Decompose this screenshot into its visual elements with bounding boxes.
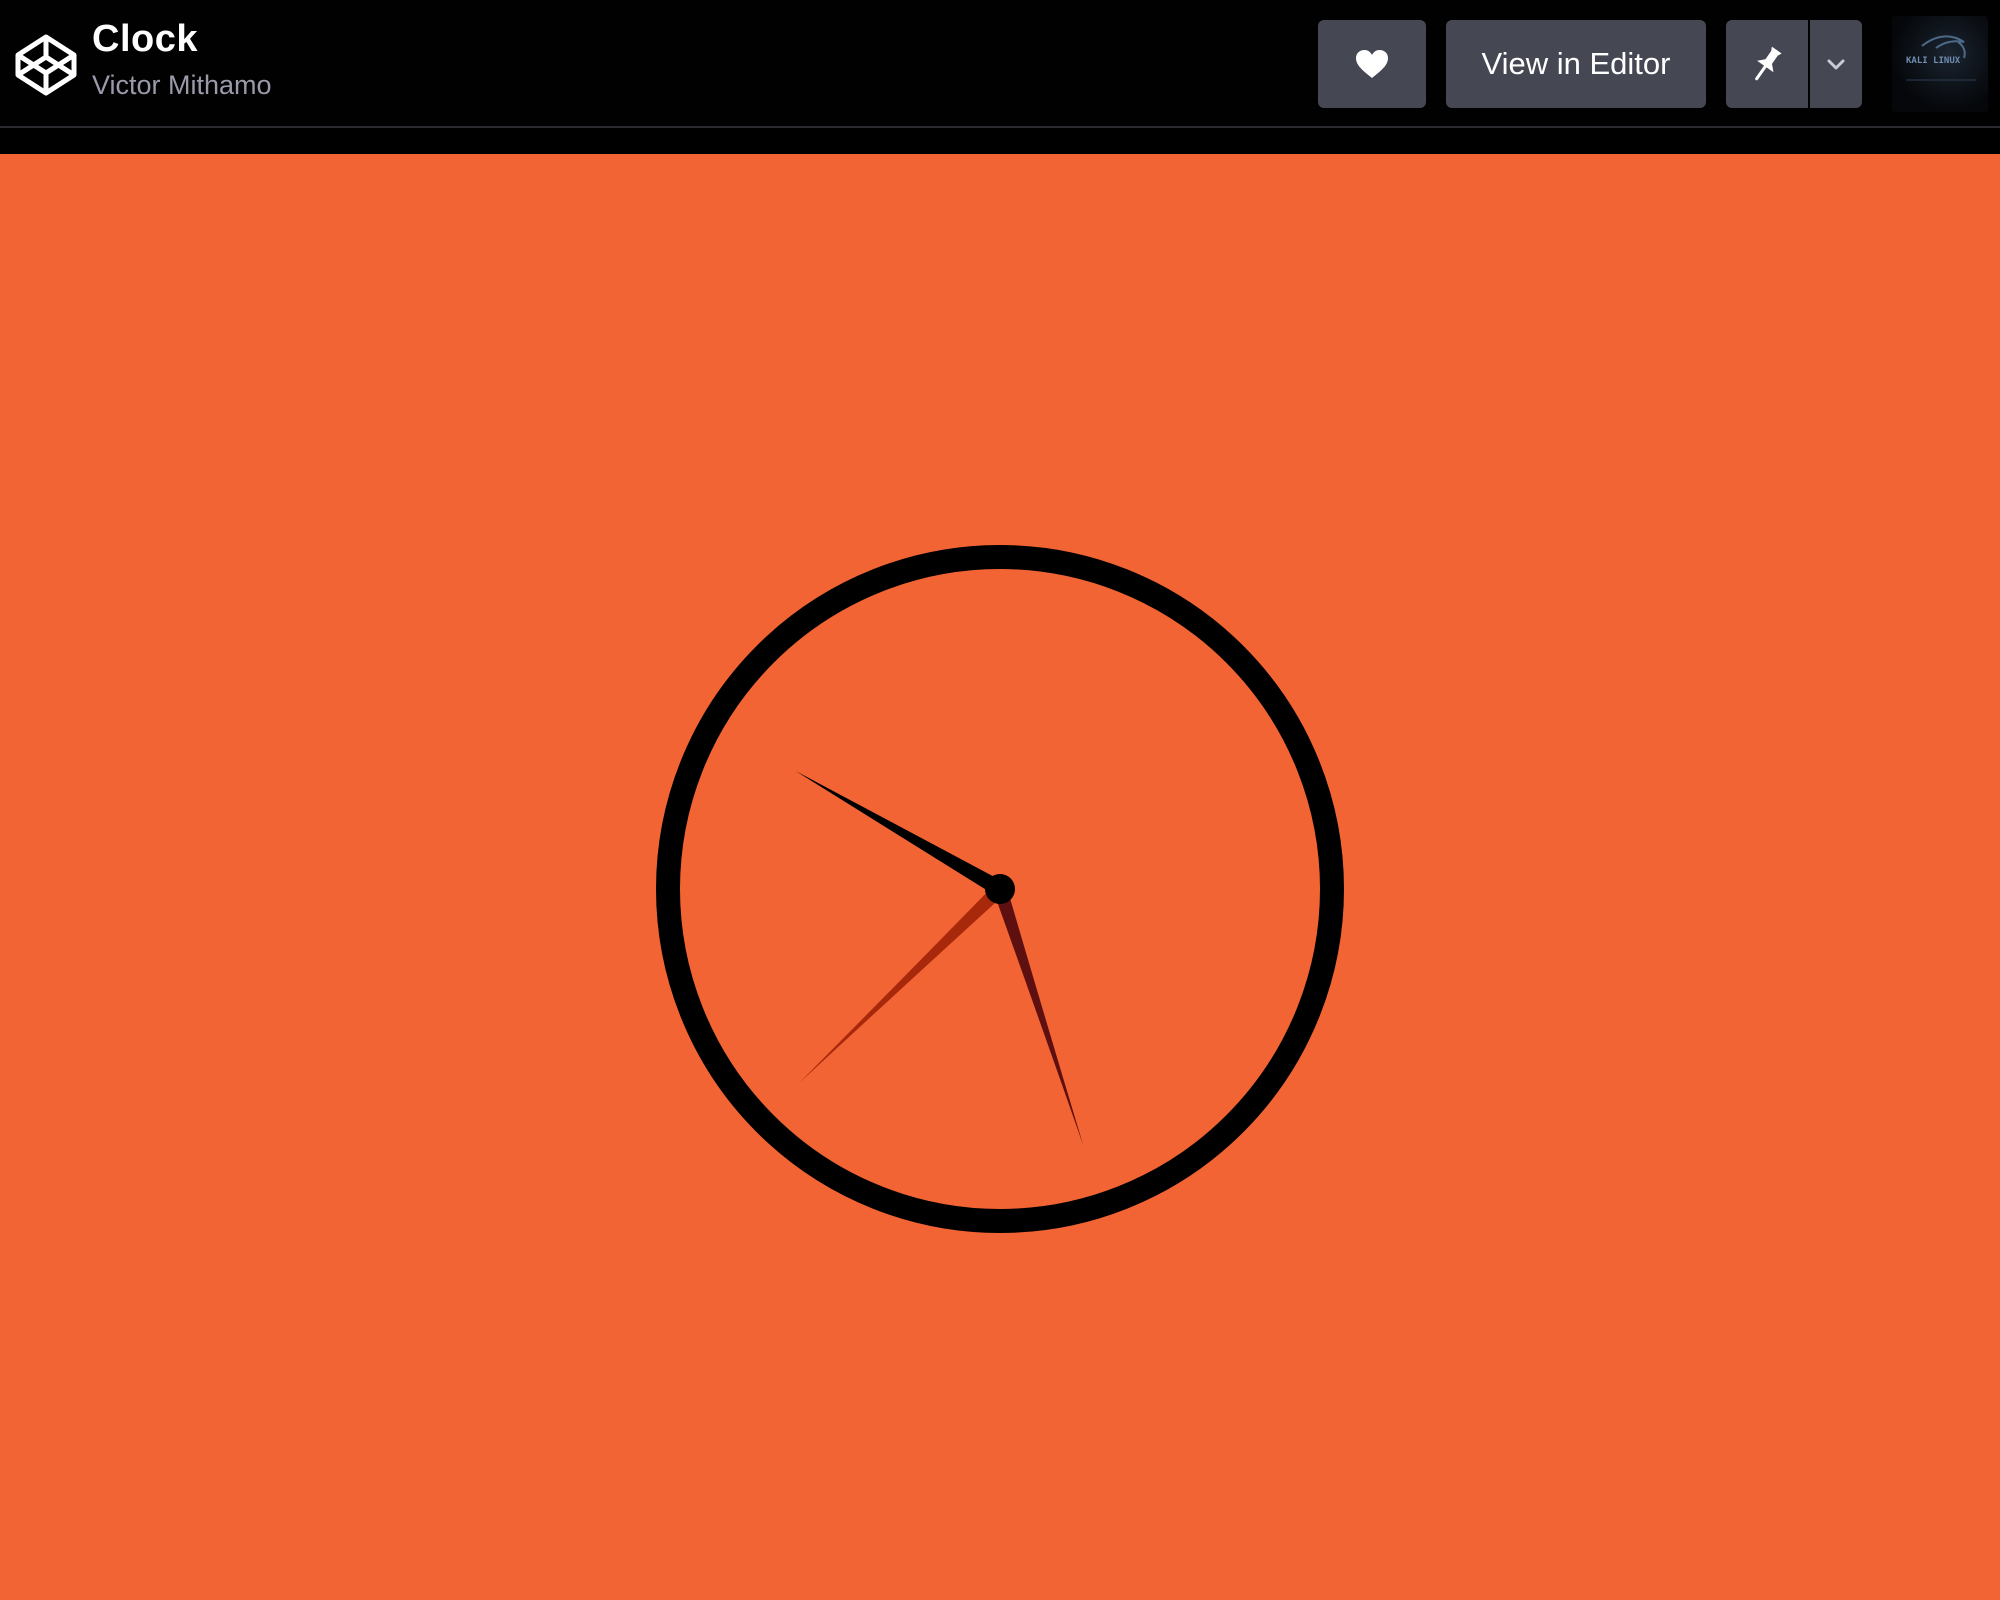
minute-hand [993, 886, 1084, 1146]
pen-title[interactable]: Clock [92, 18, 198, 61]
pin-menu-button[interactable] [1810, 20, 1862, 108]
hour-hand [795, 771, 1004, 896]
codepen-logo-icon[interactable] [14, 33, 78, 97]
second-hand [798, 883, 1005, 1084]
heart-icon [1356, 50, 1388, 78]
chevron-down-icon [1827, 59, 1845, 70]
author-name[interactable]: Victor Mithamo [92, 70, 272, 101]
top-bar: Clock Victor Mithamo View in Editor KALI… [0, 0, 2000, 128]
love-button[interactable] [1318, 20, 1426, 108]
pin-button[interactable] [1726, 20, 1808, 108]
pen-preview [0, 154, 2000, 1600]
clock [656, 545, 1344, 1233]
avatar-text: KALI LINUX [1906, 56, 1961, 66]
pin-icon [1755, 46, 1782, 81]
user-avatar[interactable]: KALI LINUX [1892, 16, 1988, 112]
view-in-editor-button[interactable]: View in Editor [1446, 20, 1706, 108]
clock-center-pin [985, 874, 1015, 904]
